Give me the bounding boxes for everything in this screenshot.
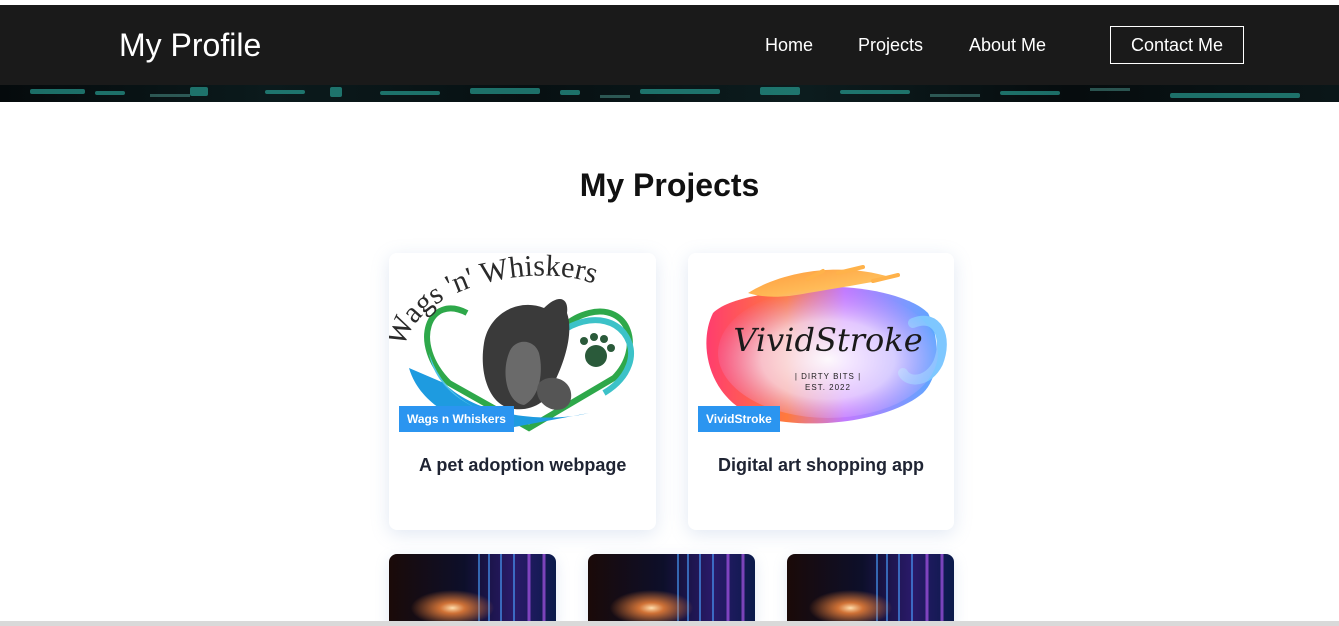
project-tag-wags: Wags n Whiskers: [399, 406, 514, 432]
project-image-4: [588, 554, 755, 626]
section-title: My Projects: [579, 167, 760, 203]
project-card-4[interactable]: [588, 554, 755, 626]
nav-home-link[interactable]: Home: [765, 34, 813, 56]
contact-button[interactable]: Contact Me: [1110, 26, 1244, 64]
vividstroke-logo-sub1: | DIRTY BITS |: [795, 372, 861, 381]
brand-title[interactable]: My Profile: [119, 25, 261, 65]
project-description-vividstroke: Digital art shopping app: [718, 455, 924, 475]
project-image-3: [389, 554, 556, 626]
vividstroke-logo-text: VividStroke: [733, 321, 922, 359]
project-card-3[interactable]: [389, 554, 556, 626]
project-card-wags[interactable]: Wags 'n' Whiskers Wags n Whiskers A pet …: [389, 253, 656, 530]
navbar: My Profile Home Projects About Me Contac…: [0, 5, 1339, 85]
project-description-wags: A pet adoption webpage: [419, 455, 627, 475]
horizontal-scrollbar[interactable]: [0, 621, 1339, 626]
project-image-5: [787, 554, 954, 626]
project-tag-vividstroke: VividStroke: [698, 406, 780, 432]
hero-banner-strip: [0, 85, 1339, 102]
nav-about-link[interactable]: About Me: [969, 34, 1046, 56]
project-card-vividstroke[interactable]: VividStroke | DIRTY BITS | EST. 2022 Viv…: [688, 253, 954, 530]
project-card-5[interactable]: [787, 554, 954, 626]
nav-projects-link[interactable]: Projects: [858, 34, 923, 56]
vividstroke-logo-sub2: EST. 2022: [805, 383, 851, 392]
